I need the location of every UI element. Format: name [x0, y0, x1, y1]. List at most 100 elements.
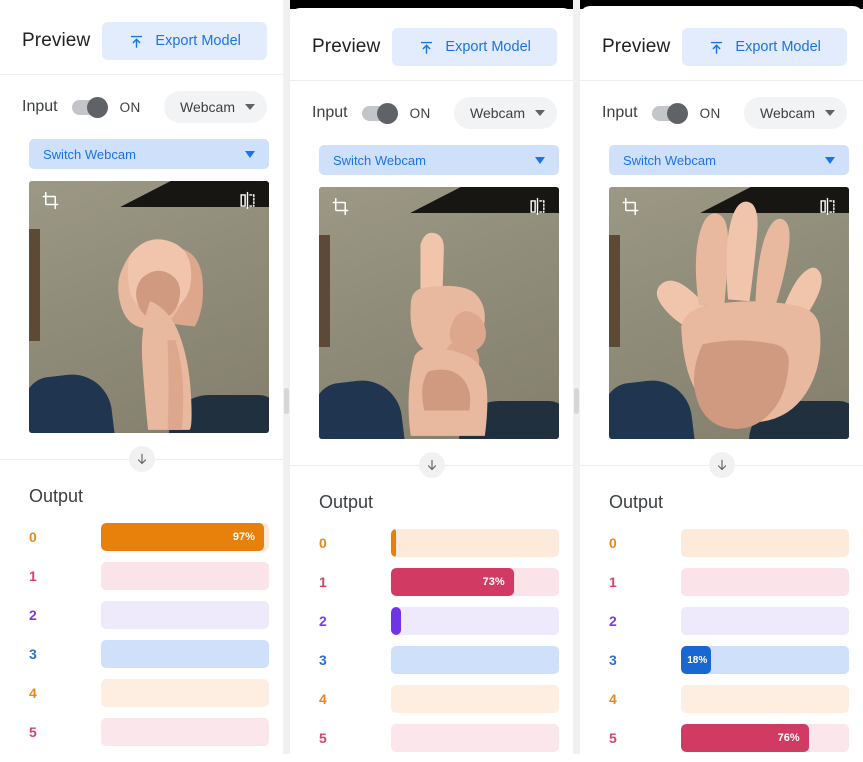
output-class-row: 4: [319, 685, 559, 713]
output-bar-track: [391, 529, 559, 557]
panel-header: Preview Export Model: [580, 14, 863, 81]
crop-icon[interactable]: [41, 191, 60, 215]
output-bar-chart: 0173%2345611%: [290, 529, 573, 762]
output-bar-track: [681, 568, 849, 596]
output-class-row: 1: [609, 568, 849, 596]
input-toggle[interactable]: [361, 102, 398, 124]
page-title: Preview: [312, 36, 381, 57]
output-title: Output: [29, 486, 84, 506]
output-class-row: 4: [609, 685, 849, 713]
input-label: Input: [22, 98, 58, 115]
panel-header: Preview Export Model: [0, 8, 283, 75]
output-class-row: 2: [29, 601, 269, 629]
output-class-row: 4: [29, 679, 269, 707]
input-toggle-state: ON: [119, 99, 141, 115]
output-class-row: 1: [29, 562, 269, 590]
output-bar-track: [681, 529, 849, 557]
output-bar-percent: 97%: [232, 531, 255, 543]
output-class-row: 3: [29, 640, 269, 668]
webcam-viewport[interactable]: [319, 187, 559, 439]
export-model-label: Export Model: [155, 33, 241, 49]
output-bar-track: [391, 646, 559, 674]
toggle-knob: [666, 102, 688, 124]
output-class-row: 2: [319, 607, 559, 635]
switch-webcam-dropdown[interactable]: Switch Webcam: [319, 145, 559, 175]
input-label: Input: [312, 104, 348, 121]
input-source-select[interactable]: Webcam: [454, 97, 557, 129]
switch-webcam-label: Switch Webcam: [333, 152, 426, 168]
input-toggle[interactable]: [71, 96, 108, 118]
app-canvas: Preview Export Model Input ON Webcam Swi…: [0, 0, 863, 762]
input-source-select[interactable]: Webcam: [164, 91, 267, 123]
panel-1: Preview Export Model Input ON Webcam Swi…: [0, 0, 283, 754]
output-class-row: 1 73%: [319, 568, 559, 596]
flow-divider: [580, 452, 863, 478]
output-bar-track: 97%: [101, 523, 269, 551]
output-bar-track: [101, 718, 269, 746]
output-bar-chart: 012318%4576%6: [580, 529, 863, 760]
flow-divider: [0, 446, 283, 472]
input-toggle-state: ON: [409, 105, 431, 121]
input-source-value: Webcam: [180, 99, 235, 115]
export-model-button[interactable]: Export Model: [392, 28, 557, 66]
output-class-label: 4: [609, 691, 617, 707]
arrow-down-icon: [128, 446, 155, 472]
output-class-label: 2: [319, 613, 327, 629]
input-toggle-state: ON: [699, 105, 721, 121]
switch-webcam-dropdown[interactable]: Switch Webcam: [29, 139, 269, 169]
output-bar-track: [101, 562, 269, 590]
input-row: Input ON Webcam: [290, 81, 573, 129]
output-class-label: 5: [29, 724, 37, 740]
panel-3: Preview Export Model Input ON Webcam Swi…: [580, 6, 863, 760]
output-class-label: 1: [29, 568, 37, 584]
input-row: Input ON Webcam: [0, 75, 283, 123]
output-class-label: 3: [319, 652, 327, 668]
flip-horizontal-icon[interactable]: [238, 191, 257, 215]
hand-zero-ok-sign: [29, 181, 269, 433]
input-toggle[interactable]: [651, 102, 688, 124]
output-class-row: 5 76%: [609, 724, 849, 752]
chevron-down-icon: [245, 150, 255, 158]
panel-scrollbar-thumb[interactable]: [574, 388, 579, 414]
chevron-down-icon: [535, 110, 545, 116]
input-source-select[interactable]: Webcam: [744, 97, 847, 129]
output-bar-track: [681, 685, 849, 713]
input-label: Input: [602, 104, 638, 121]
output-class-label: 2: [29, 607, 37, 623]
output-bar-track: [681, 607, 849, 635]
output-class-label: 4: [29, 685, 37, 701]
page-title: Preview: [22, 30, 91, 51]
output-class-row: 0 97%: [29, 523, 269, 551]
output-bar-fill: [391, 607, 402, 635]
chevron-down-icon: [825, 156, 835, 164]
output-bar-fill: [391, 529, 397, 557]
output-bar-fill: 97%: [101, 523, 264, 551]
upload-icon: [708, 39, 725, 56]
output-class-label: 0: [29, 529, 37, 545]
switch-webcam-label: Switch Webcam: [43, 146, 136, 162]
output-bar-track: [391, 685, 559, 713]
output-bar-track: [391, 724, 559, 752]
output-bar-track: 76%: [681, 724, 849, 752]
output-bar-percent: 18%: [687, 654, 708, 666]
output-class-row: 2: [609, 607, 849, 635]
switch-webcam-dropdown[interactable]: Switch Webcam: [609, 145, 849, 175]
webcam-viewport[interactable]: [29, 181, 269, 433]
output-class-row: 3: [319, 646, 559, 674]
webcam-viewport[interactable]: [609, 187, 849, 439]
upload-icon: [128, 33, 145, 50]
crop-icon[interactable]: [331, 197, 350, 221]
arrow-down-icon: [708, 452, 735, 478]
input-source-value: Webcam: [760, 105, 815, 121]
output-class-label: 3: [29, 646, 37, 662]
panel-scrollbar-thumb[interactable]: [284, 388, 289, 414]
export-model-button[interactable]: Export Model: [682, 28, 847, 66]
output-title: Output: [319, 492, 374, 512]
crop-icon[interactable]: [621, 197, 640, 221]
page-title: Preview: [602, 36, 671, 57]
flip-horizontal-icon[interactable]: [818, 197, 837, 221]
output-class-row: 0: [609, 529, 849, 557]
flip-horizontal-icon[interactable]: [528, 197, 547, 221]
export-model-button[interactable]: Export Model: [102, 22, 267, 60]
flow-divider: [290, 452, 573, 478]
